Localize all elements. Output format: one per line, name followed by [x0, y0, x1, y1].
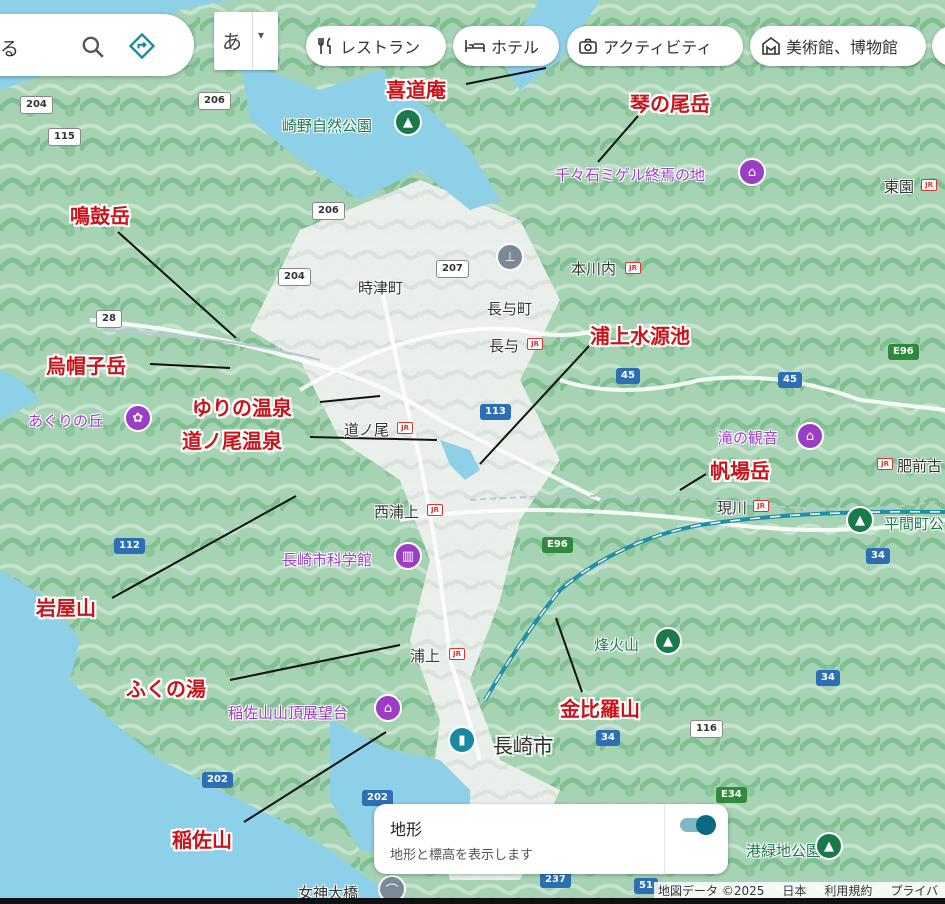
route-shield: 34 — [816, 670, 840, 686]
bookmark-icon[interactable]: ▮ — [448, 726, 476, 754]
terrain-panel[interactable]: 地形 地形と標高を表示します — [374, 804, 728, 874]
poi-label[interactable]: 崎野自然公園 — [282, 115, 372, 136]
chip-label: アクティビティ — [603, 38, 713, 57]
station-icon: JR — [427, 504, 443, 516]
landmark-icon[interactable]: ⌂ — [796, 422, 824, 450]
landmark-icon[interactable]: ⌂ — [738, 158, 766, 186]
poi-label[interactable]: 稲佐山山頂展望台 — [228, 702, 348, 723]
poi-label[interactable]: 港緑地公園 — [746, 840, 821, 861]
annotation-label: 道ノ尾温泉 — [182, 429, 282, 453]
language-label: あ — [222, 30, 242, 54]
place-label[interactable]: 東園 — [884, 176, 914, 197]
mountain-icon[interactable]: ▲ — [654, 627, 682, 655]
terrain-subtitle: 地形と標高を表示します — [390, 848, 534, 863]
annotation-label: ゆりの温泉 — [192, 396, 292, 420]
station-icon: JR — [449, 648, 465, 660]
poi-label[interactable]: 烽火山 — [594, 634, 639, 655]
route-shield: 116 — [690, 720, 723, 738]
route-shield: 237 — [540, 872, 571, 888]
place-label[interactable]: 肥前古 — [897, 455, 942, 476]
place-label[interactable]: 現川 — [717, 497, 747, 518]
place-label[interactable]: 長与町 — [487, 298, 532, 319]
bottom-strip — [0, 898, 945, 904]
station-icon: JR — [625, 262, 641, 274]
bed-icon — [465, 40, 485, 52]
annotation-label: ふくの湯 — [126, 677, 206, 701]
annotation-label: 金比羅山 — [560, 697, 640, 721]
toggle-knob — [696, 815, 716, 835]
place-label[interactable]: 浦上 — [410, 645, 440, 666]
place-label[interactable]: 西浦上 — [374, 501, 419, 522]
camera-icon — [579, 38, 597, 54]
route-shield: 112 — [114, 538, 145, 554]
route-shield: 204 — [20, 96, 53, 114]
place-label[interactable]: 道ノ尾 — [344, 419, 389, 440]
flower-icon[interactable]: ✿ — [124, 404, 152, 432]
tree-icon[interactable]: ▲ — [815, 832, 843, 860]
place-label[interactable]: 長与 — [489, 335, 519, 356]
chip-museum[interactable]: 美術館、博物館 — [750, 26, 926, 66]
chip-label: レストラン — [340, 38, 421, 57]
poi-label[interactable]: 滝の観音 — [718, 427, 778, 448]
annotation-label: 帆場岳 — [710, 459, 770, 483]
chip-activity[interactable]: アクティビティ — [567, 26, 743, 66]
poi-label[interactable]: あぐりの丘 — [28, 410, 103, 431]
place-label[interactable]: 時津町 — [358, 277, 403, 298]
station-icon: JR — [877, 458, 893, 470]
route-shield: 45 — [616, 368, 640, 384]
route-shield: 115 — [48, 128, 81, 146]
route-shield: E34 — [716, 787, 747, 803]
annotation-label: 鳴鼓岳 — [70, 204, 130, 228]
route-shield: 204 — [278, 268, 311, 286]
annotation-label: 岩屋山 — [36, 596, 96, 620]
route-shield: E96 — [888, 344, 919, 360]
chip-label: 美術館、博物館 — [786, 38, 899, 57]
search-input-fragment[interactable]: る — [0, 34, 19, 61]
poi-label[interactable]: 平間町公 — [884, 513, 944, 534]
chip-restaurant[interactable]: レストラン — [306, 26, 446, 66]
route-shield: 34 — [596, 730, 620, 746]
route-shield: 206 — [312, 202, 345, 220]
tree-icon[interactable]: ▲ — [846, 506, 874, 534]
route-shield: 206 — [198, 92, 231, 110]
fork-knife-icon — [318, 37, 331, 54]
route-shield: 34 — [866, 548, 890, 564]
station-icon: JR — [527, 338, 543, 350]
route-shield: 202 — [202, 772, 233, 788]
museum-icon — [762, 37, 780, 55]
tree-icon[interactable]: ▲ — [394, 108, 422, 136]
language-select[interactable]: あ ▾ — [214, 12, 278, 70]
chip-hotel[interactable]: ホテル — [453, 26, 559, 66]
station-icon: JR — [753, 500, 769, 512]
search-icon[interactable] — [80, 34, 106, 60]
route-shield: 207 — [436, 260, 469, 278]
annotation-label: 琴の尾岳 — [630, 92, 710, 116]
terrain-title: 地形 — [390, 820, 423, 839]
city-label[interactable]: 長崎市 — [493, 730, 553, 759]
museum-pin-icon[interactable]: ▥ — [394, 542, 422, 570]
annotation-label: 浦上水源池 — [590, 324, 690, 348]
monument-icon[interactable]: ⊥ — [496, 243, 524, 271]
search-box[interactable]: る — [0, 14, 194, 76]
route-shield: 45 — [778, 372, 802, 388]
poi-label[interactable]: 千々石ミゲル終焉の地 — [555, 164, 705, 185]
chip-label: ホテル — [491, 38, 540, 57]
route-shield: 28 — [96, 310, 122, 328]
annotation-label: 烏帽子岳 — [46, 354, 126, 378]
terrain-toggle[interactable] — [680, 815, 716, 835]
station-icon: JR — [397, 422, 413, 434]
map-canvas[interactable] — [0, 0, 945, 904]
poi-label[interactable]: 長崎市科学館 — [282, 549, 372, 570]
annotation-label: 喜道庵 — [386, 78, 446, 102]
landmark-icon[interactable]: ⌂ — [374, 694, 402, 722]
language-separator — [252, 12, 253, 70]
terrain-divider — [664, 804, 665, 874]
annotation-label: 稲佐山 — [172, 828, 232, 852]
place-label[interactable]: 本川内 — [571, 258, 616, 279]
chevron-down-icon[interactable]: ▾ — [258, 28, 264, 42]
route-shield: E96 — [542, 537, 573, 553]
route-shield: 113 — [480, 404, 511, 420]
station-icon: JR — [921, 179, 937, 191]
directions-icon[interactable] — [128, 32, 156, 60]
